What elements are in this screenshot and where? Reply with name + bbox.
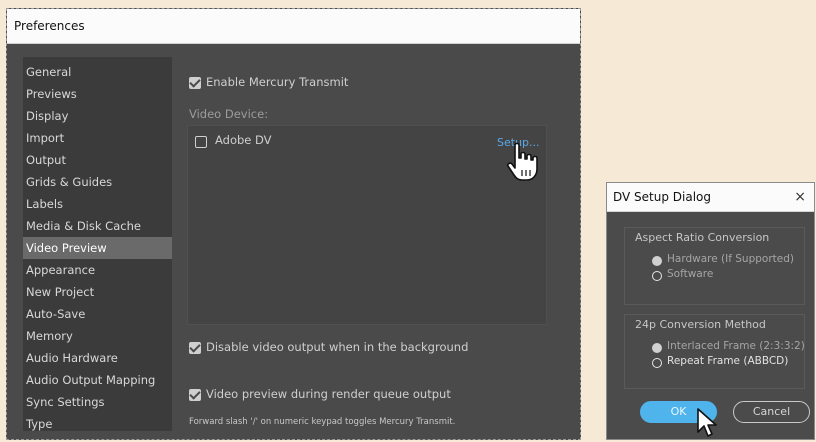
software-radio[interactable]: [652, 271, 662, 281]
sidebar-item-media-disk-cache[interactable]: Media & Disk Cache: [23, 215, 172, 237]
render-queue-label: Video preview during render queue output: [206, 387, 451, 401]
pulldown-group: 24p Conversion Method Interlaced Frame (…: [624, 314, 805, 389]
mercury-hint-text: Forward slash '/' on numeric keypad togg…: [189, 417, 456, 427]
aspect-ratio-title: Aspect Ratio Conversion: [635, 231, 770, 244]
disable-background-checkbox[interactable]: [189, 342, 201, 354]
sidebar-item-display[interactable]: Display: [23, 105, 172, 127]
adobe-dv-label: Adobe DV: [215, 133, 272, 147]
sidebar-item-video-preview[interactable]: Video Preview: [23, 237, 172, 259]
video-device-label: Video Device:: [189, 107, 269, 121]
sidebar-item-memory[interactable]: Memory: [23, 325, 172, 347]
sidebar-item-import[interactable]: Import: [23, 127, 172, 149]
preferences-window: Preferences General Previews Display Imp…: [6, 8, 581, 440]
sidebar-item-sync-settings[interactable]: Sync Settings: [23, 391, 172, 413]
aspect-ratio-group: Aspect Ratio Conversion Hardware (If Sup…: [624, 227, 805, 305]
software-label: Software: [667, 268, 714, 280]
dv-dialog-title-bar: DV Setup Dialog ×: [607, 183, 814, 212]
repeat-frame-label: Repeat Frame (ABBCD): [667, 355, 789, 367]
sidebar-item-general[interactable]: General: [23, 61, 172, 83]
preferences-sidebar: General Previews Display Import Output G…: [23, 57, 172, 431]
enable-mercury-checkbox[interactable]: [189, 77, 201, 89]
arrow-cursor-icon: [697, 408, 717, 437]
preferences-body: General Previews Display Import Output G…: [7, 45, 580, 439]
video-preview-panel: Enable Mercury Transmit Video Device: Ad…: [187, 45, 580, 439]
sidebar-item-grids-guides[interactable]: Grids & Guides: [23, 171, 172, 193]
sidebar-item-new-project[interactable]: New Project: [23, 281, 172, 303]
sidebar-item-auto-save[interactable]: Auto-Save: [23, 303, 172, 325]
hardware-label: Hardware (If Supported): [667, 253, 794, 265]
preferences-title: Preferences: [7, 9, 580, 44]
sidebar-item-appearance[interactable]: Appearance: [23, 259, 172, 281]
close-icon[interactable]: ×: [794, 183, 806, 212]
sidebar-item-labels[interactable]: Labels: [23, 193, 172, 215]
disable-background-label: Disable video output when in the backgro…: [206, 340, 469, 354]
sidebar-item-audio-hardware[interactable]: Audio Hardware: [23, 347, 172, 369]
sidebar-item-output[interactable]: Output: [23, 149, 172, 171]
adobe-dv-checkbox[interactable]: [195, 136, 207, 148]
repeat-frame-radio[interactable]: [652, 358, 662, 368]
pulldown-title: 24p Conversion Method: [635, 318, 766, 331]
pointing-hand-icon: [507, 142, 538, 181]
sidebar-item-type[interactable]: Type: [23, 413, 172, 435]
hardware-radio[interactable]: [652, 256, 662, 266]
sidebar-item-previews[interactable]: Previews: [23, 83, 172, 105]
interlaced-radio[interactable]: [652, 343, 662, 353]
dv-dialog-title: DV Setup Dialog: [613, 190, 712, 204]
dv-setup-dialog: DV Setup Dialog × Aspect Ratio Conversio…: [606, 182, 815, 440]
sidebar-item-audio-output-mapping[interactable]: Audio Output Mapping: [23, 369, 172, 391]
interlaced-label: Interlaced Frame (2:3:3:2): [667, 340, 805, 352]
enable-mercury-label: Enable Mercury Transmit: [206, 75, 349, 89]
render-queue-checkbox[interactable]: [189, 389, 201, 401]
cancel-button[interactable]: Cancel: [733, 401, 810, 423]
video-device-list: [187, 125, 547, 325]
